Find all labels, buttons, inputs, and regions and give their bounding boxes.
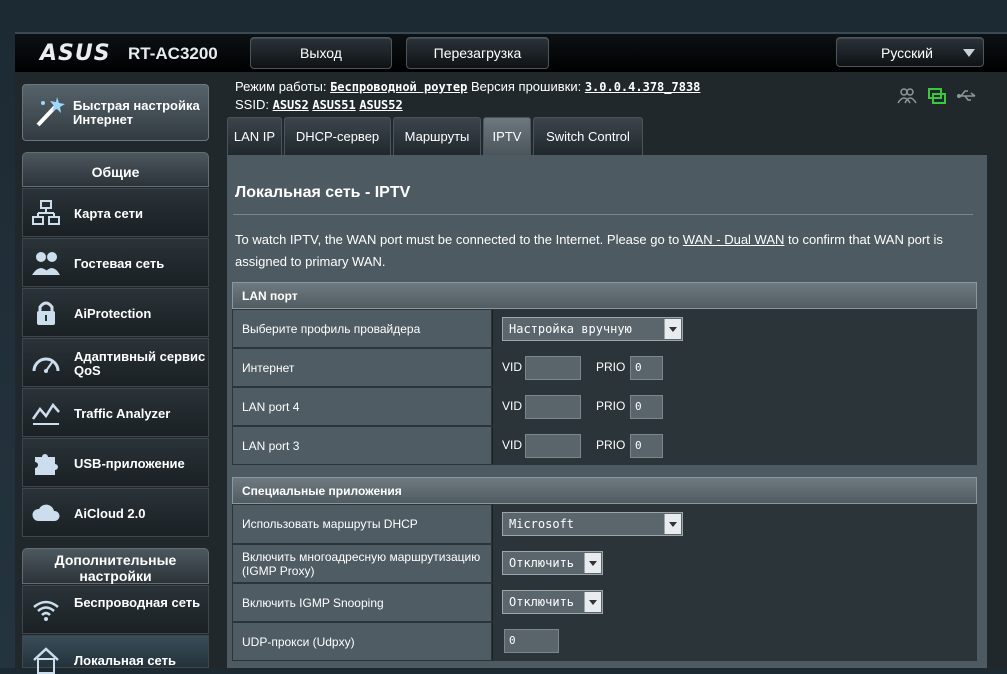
desc-text: To watch IPTV, the WAN port must be conn…: [235, 232, 683, 247]
prio-input-lan3[interactable]: 0: [630, 434, 663, 458]
udpxy-cell: [492, 622, 977, 661]
dhcp-routes-label: Использовать маршруты DHCP: [232, 504, 492, 544]
wan-dual-wan-link[interactable]: WAN - Dual WAN: [683, 232, 785, 247]
sidebar-item-label: Гостевая сеть: [74, 256, 165, 271]
udpxy-input[interactable]: 0: [504, 629, 559, 653]
sidebar-item-label: USB-приложение: [74, 456, 185, 471]
prio-input-lan4[interactable]: 0: [630, 395, 663, 419]
puzzle-icon: [35, 454, 58, 475]
mode-link[interactable]: Беспроводной роутер: [330, 80, 467, 94]
lock-icon: [37, 301, 55, 325]
special-apps-section-title: Специальные приложения: [232, 477, 977, 504]
general-section-title: Общие: [22, 152, 209, 187]
sidebar-item-aicloud[interactable]: AiCloud 2.0: [22, 488, 209, 537]
advanced-section-title: Дополнительные настройки: [22, 548, 209, 584]
usb-icon[interactable]: [956, 87, 978, 105]
igmp-proxy-select[interactable]: Отключить: [502, 551, 603, 575]
home-icon: [33, 647, 59, 674]
guest-network-icon: [32, 252, 60, 275]
port-label: LAN port 4: [232, 387, 492, 426]
igmp-proxy-value: Отключить: [509, 556, 575, 570]
reboot-button[interactable]: Перезагрузка: [406, 37, 549, 69]
sidebar-item-label: Локальная сеть: [74, 653, 176, 668]
usb-status-icon[interactable]: [927, 87, 947, 105]
prio-label: PRIO: [596, 399, 626, 413]
lan-port-section-title: LAN порт: [232, 282, 977, 309]
igmp-snooping-select[interactable]: Отключить: [502, 590, 603, 614]
sidebar-item-label: AiCloud 2.0: [74, 506, 146, 521]
prio-input-internet[interactable]: 0: [630, 356, 663, 380]
igmp-snooping-label: Включить IGMP Snooping: [232, 583, 492, 622]
sidebar-item-label: Адаптивный сервис QoS: [74, 349, 206, 378]
model-name: RT-AC3200: [128, 44, 218, 63]
sidebar-item-traffic-analyzer[interactable]: Traffic Analyzer: [22, 388, 209, 437]
tab-dhcp-server[interactable]: DHCP-сервер: [284, 117, 391, 155]
ssid-info: SSID: ASUS2 ASUS51 ASUS52: [235, 97, 403, 112]
operation-info: Режим работы: Беспроводной роутер Версия…: [235, 79, 700, 94]
chevron-down-icon: [664, 514, 681, 534]
chevron-down-icon: [963, 49, 975, 57]
sidebar-item-label: Карта сети: [74, 206, 143, 221]
chart-icon: [31, 402, 60, 425]
network-map-icon: [32, 200, 60, 225]
sidebar-item-aiprotection[interactable]: AiProtection: [22, 288, 209, 337]
dhcp-routes-select[interactable]: Microsoft: [502, 512, 683, 536]
firmware-label: Версия прошивки:: [470, 79, 582, 94]
chevron-down-icon: [584, 592, 601, 612]
sidebar-item-label: AiProtection: [74, 306, 152, 321]
ssid-link[interactable]: ASUS51: [312, 98, 355, 112]
vid-label: VID: [502, 438, 523, 452]
vid-input-lan3[interactable]: [525, 434, 581, 458]
udpxy-label: UDP-прокси (Udpxy): [232, 622, 492, 661]
sidebar-item-label: Беспроводная сеть: [74, 595, 201, 610]
provider-profile-select[interactable]: Настройка вручную: [502, 317, 683, 341]
language-select[interactable]: Русский: [836, 37, 984, 67]
vid-label: VID: [502, 399, 523, 413]
tab-iptv[interactable]: IPTV: [483, 117, 531, 155]
sidebar-item-guest-network[interactable]: Гостевая сеть: [22, 238, 209, 287]
sidebar-item-wireless[interactable]: Беспроводная сеть: [22, 585, 209, 634]
vid-label: VID: [502, 360, 523, 374]
page-title: Локальная сеть - IPTV: [235, 184, 411, 201]
speedometer-icon: [32, 357, 60, 373]
quick-setup-button[interactable]: Быстрая настройка Интернет: [22, 84, 209, 141]
vid-input-internet[interactable]: [525, 356, 581, 380]
language-label: Русский: [881, 45, 933, 61]
divider: [233, 214, 973, 215]
prio-label: PRIO: [596, 360, 626, 374]
sidebar-item-lan[interactable]: Локальная сеть: [22, 635, 209, 674]
magic-wand-icon: [36, 97, 65, 127]
tab-switch-control[interactable]: Switch Control: [533, 117, 643, 155]
cloud-icon: [32, 504, 60, 521]
tab-lan-ip[interactable]: LAN IP: [227, 117, 282, 155]
sidebar-item-usb-app[interactable]: USB-приложение: [22, 438, 209, 487]
ssid-link[interactable]: ASUS52: [359, 98, 402, 112]
prio-label: PRIO: [596, 438, 626, 452]
page-description: To watch IPTV, the WAN port must be conn…: [235, 229, 975, 273]
profile-label: Выберите профиль провайдера: [232, 309, 492, 348]
logout-button[interactable]: Выход: [250, 37, 392, 69]
vid-input-lan4[interactable]: [525, 395, 581, 419]
sidebar-item-network-map[interactable]: Карта сети: [22, 188, 209, 237]
quick-setup-label: Быстрая настройка Интернет: [73, 98, 200, 127]
sidebar-item-label: Traffic Analyzer: [74, 406, 171, 421]
clients-icon[interactable]: [897, 87, 917, 105]
mode-label: Режим работы:: [235, 79, 327, 94]
wifi-icon: [33, 600, 59, 621]
dhcp-routes-value: Microsoft: [509, 517, 575, 531]
port-label: Интернет: [232, 348, 492, 387]
asus-logo: ASUS: [40, 41, 111, 66]
firmware-link[interactable]: 3.0.0.4.378_7838: [585, 80, 701, 94]
ssid-link[interactable]: ASUS2: [273, 98, 309, 112]
tab-routes[interactable]: Маршруты: [393, 117, 481, 155]
port-label: LAN port 3: [232, 426, 492, 465]
ssid-label: SSID:: [235, 97, 269, 112]
chevron-down-icon: [584, 553, 601, 573]
provider-profile-value: Настройка вручную: [509, 322, 632, 336]
chevron-down-icon: [664, 319, 681, 339]
igmp-proxy-label: Включить многоадресную маршрутизацию (IG…: [232, 544, 492, 583]
igmp-snooping-value: Отключить: [509, 595, 575, 609]
sidebar-item-qos[interactable]: Адаптивный сервис QoS: [22, 338, 209, 387]
